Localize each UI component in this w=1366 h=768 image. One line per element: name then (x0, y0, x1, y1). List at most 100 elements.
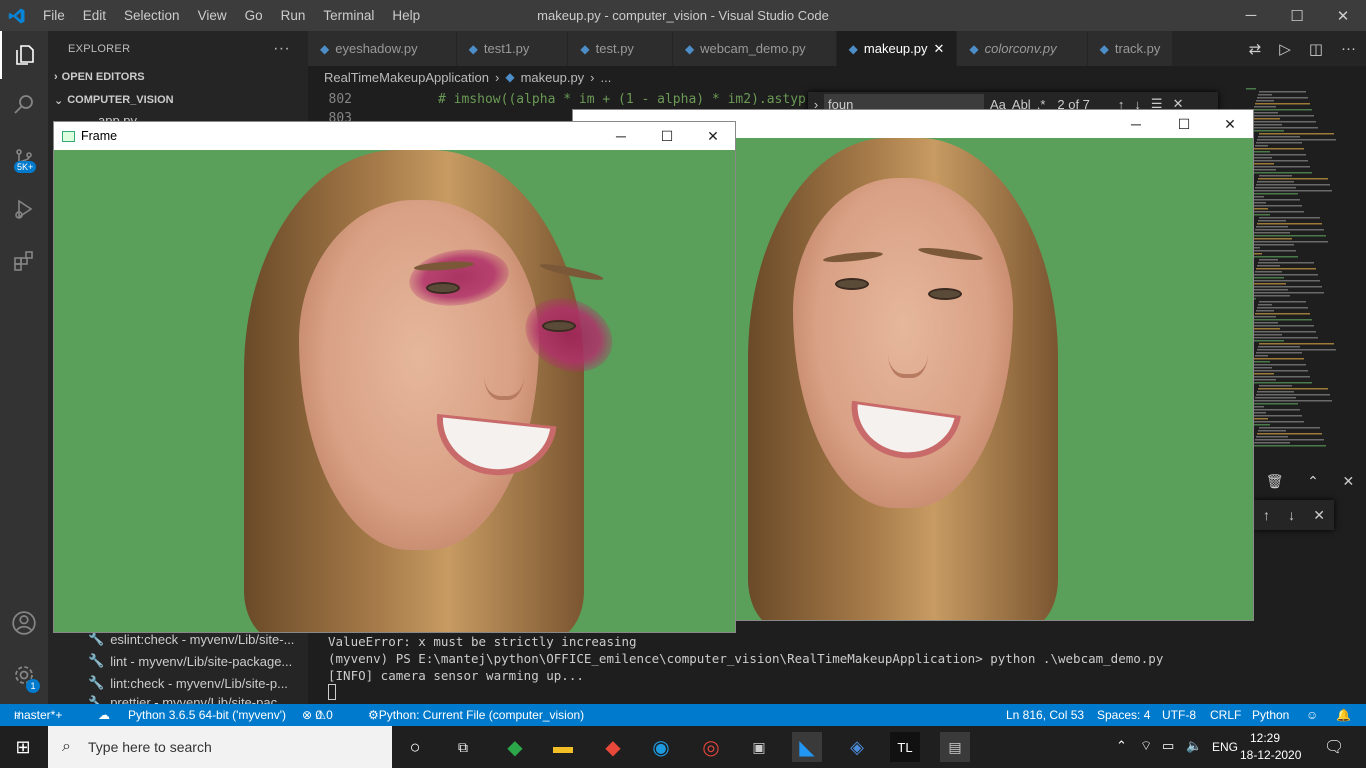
volume-icon[interactable]: 🔈 (1186, 738, 1202, 754)
run-config[interactable]: ⚙ Python: Current File (computer_vision) (368, 704, 584, 726)
taskbar: ⊞ ⌕ Type here to search ○ ⧉ ◆ ▬ ◆ ◉ ◎ ▣ … (0, 726, 1366, 768)
search-icon[interactable] (0, 81, 48, 129)
cortana-icon[interactable]: ○ (400, 732, 430, 762)
run-debug-icon[interactable] (0, 185, 48, 233)
window-titlebar: Frame ─ ☐ ✕ (54, 122, 735, 150)
chrome-icon[interactable]: ◎ (696, 732, 726, 762)
trash-icon[interactable]: 🗑 (1266, 473, 1284, 490)
menu-go[interactable]: Go (236, 0, 272, 31)
language-mode[interactable]: Python (1252, 704, 1289, 726)
language-indicator[interactable]: ENG (1212, 740, 1238, 754)
maximize-icon[interactable]: ☐ (1161, 110, 1207, 138)
terminal-line: [INFO] camera sensor warming up... (328, 668, 584, 683)
task-label: eslint:check - myvenv/Lib/site-... (110, 631, 295, 647)
maximize-icon[interactable]: ☐ (644, 122, 690, 150)
more-actions-icon[interactable]: ··· (273, 40, 290, 58)
git-app-icon[interactable]: ◆ (598, 732, 628, 762)
menu-edit[interactable]: Edit (74, 0, 115, 31)
vscode-taskbar-icon[interactable]: ◣ (792, 732, 822, 762)
menu-run[interactable]: Run (272, 0, 315, 31)
breadcrumb-more[interactable]: ... (601, 70, 612, 85)
tab-eyeshadow[interactable]: ◆ eyeshadow.py (308, 31, 457, 66)
menu-file[interactable]: File (34, 0, 74, 31)
menu-help[interactable]: Help (383, 0, 429, 31)
account-icon[interactable] (0, 599, 48, 647)
maximize-icon[interactable]: ☐ (1274, 0, 1320, 31)
close-icon[interactable]: ✕ (1313, 507, 1325, 524)
split-editor-icon[interactable]: ◫ (1309, 40, 1323, 58)
close-icon[interactable]: ✕ (1320, 0, 1366, 31)
frame-window[interactable]: Frame ─ ☐ ✕ (53, 121, 736, 633)
menu-view[interactable]: View (189, 0, 236, 31)
folder-label: COMPUTER_VISION (67, 94, 174, 106)
close-icon[interactable]: ✕ (690, 122, 736, 150)
run-file-icon[interactable]: ▷ (1279, 40, 1291, 58)
tab-test1[interactable]: ◆ test1.py (456, 31, 569, 66)
gear-icon[interactable]: 1 (0, 651, 48, 699)
network-icon[interactable]: ⌔ (1140, 738, 1152, 754)
breadcrumb-file[interactable]: makeup.py (521, 70, 585, 85)
task-view-icon[interactable]: ⧉ (448, 732, 478, 762)
task-item[interactable]: 🔧 lint:check - myvenv/Lib/site-p... (88, 675, 288, 691)
code-line[interactable]: # imshow((alpha * im + (1 - alpha) * im2… (438, 92, 806, 107)
python-app-icon[interactable]: ◈ (842, 732, 872, 762)
python-file-icon: ◆ (684, 41, 695, 56)
indentation[interactable]: Spaces: 4 (1097, 704, 1150, 726)
folder-section[interactable]: ⌄ COMPUTER_VISION (48, 89, 308, 111)
minimize-icon[interactable]: ─ (598, 122, 644, 150)
tab-test[interactable]: ◆ test.py (568, 31, 673, 66)
arrow-up-icon[interactable]: ↑ (1263, 507, 1270, 523)
clock-date[interactable]: 18-12-2020 (1240, 748, 1301, 762)
feedback-icon[interactable]: ☺ (1306, 704, 1318, 726)
notifications-icon[interactable]: 🗨 (1324, 737, 1344, 757)
task-item[interactable]: 🔧 eslint:check - myvenv/Lib/site-... (88, 631, 294, 647)
app-green-icon[interactable]: ◆ (500, 732, 530, 762)
edge-icon[interactable]: ◉ (646, 732, 676, 762)
tl-app-icon[interactable]: TL (890, 732, 920, 762)
arrow-down-icon[interactable]: ↓ (1288, 507, 1295, 523)
encoding[interactable]: UTF-8 (1162, 704, 1196, 726)
open-editors-section[interactable]: › OPEN EDITORS (48, 66, 308, 88)
tab-makeup[interactable]: ◆ makeup.py ✕ (836, 31, 958, 66)
minimize-icon[interactable]: ─ (1113, 110, 1159, 138)
clock-time[interactable]: 12:29 (1250, 731, 1280, 745)
close-tab-icon[interactable]: ✕ (934, 41, 945, 57)
problems-status[interactable]: ⊗ 0 ⚠ 0 (302, 704, 333, 726)
sync-icon[interactable]: ☁ (98, 704, 110, 726)
compare-icon[interactable]: ⇄ (1249, 40, 1262, 58)
tab-track[interactable]: ◆ track.py (1087, 31, 1174, 66)
file-explorer-icon[interactable]: ▬ (548, 732, 578, 762)
breadcrumb: RealTimeMakeupApplication › ◆ makeup.py … (308, 66, 1208, 88)
chevron-up-icon[interactable]: ⌃ (1307, 473, 1319, 490)
close-panel-icon[interactable]: ✕ (1342, 473, 1354, 490)
task-item[interactable]: 🔧 prettier - myvenv/Lib/site-pac... (88, 695, 288, 704)
minimap[interactable] (1240, 88, 1366, 468)
wrench-icon: 🔧 (88, 675, 105, 690)
terminal-app-icon[interactable]: ▣ (744, 732, 774, 762)
tab-colorconv[interactable]: ◆ colorconv.py (957, 31, 1088, 66)
menu-selection[interactable]: Selection (115, 0, 189, 31)
tab-webcam-demo[interactable]: ◆ webcam_demo.py (672, 31, 837, 66)
cursor-position[interactable]: Ln 816, Col 53 (1006, 704, 1084, 726)
line-ending[interactable]: CRLF (1210, 704, 1241, 726)
tray-chevron-icon[interactable]: ⌃ (1116, 738, 1127, 754)
source-control-icon[interactable]: 5K+ (0, 135, 48, 183)
task-item[interactable]: 🔧 lint - myvenv/Lib/site-package... (88, 653, 292, 669)
search-placeholder: Type here to search (88, 739, 212, 755)
more-icon[interactable]: ··· (1341, 40, 1356, 57)
minimize-icon[interactable]: ─ (1228, 0, 1274, 31)
bell-icon[interactable]: 🔔 (1336, 704, 1351, 726)
battery-icon[interactable]: ▭ (1162, 738, 1174, 754)
terminal-command: (myvenv) PS E:\mantej\python\OFFICE_emil… (328, 651, 1164, 666)
extensions-icon[interactable] (0, 237, 48, 285)
taskbar-search[interactable]: ⌕ Type here to search (48, 726, 392, 768)
close-icon[interactable]: ✕ (1207, 110, 1253, 138)
python-interpreter[interactable]: Python 3.6.5 64-bit ('myvenv') (128, 704, 286, 726)
explorer-icon[interactable] (0, 31, 48, 79)
opencv-window-icon[interactable]: ▤ (940, 732, 970, 762)
terminal-panel[interactable]: ValueError: x must be strictly increasin… (308, 628, 1366, 704)
menu-terminal[interactable]: Terminal (314, 0, 383, 31)
windows-start-icon[interactable]: ⊞ (8, 732, 38, 762)
breadcrumb-folder[interactable]: RealTimeMakeupApplication (324, 70, 489, 85)
explorer-header: EXPLORER ··· (48, 31, 308, 66)
